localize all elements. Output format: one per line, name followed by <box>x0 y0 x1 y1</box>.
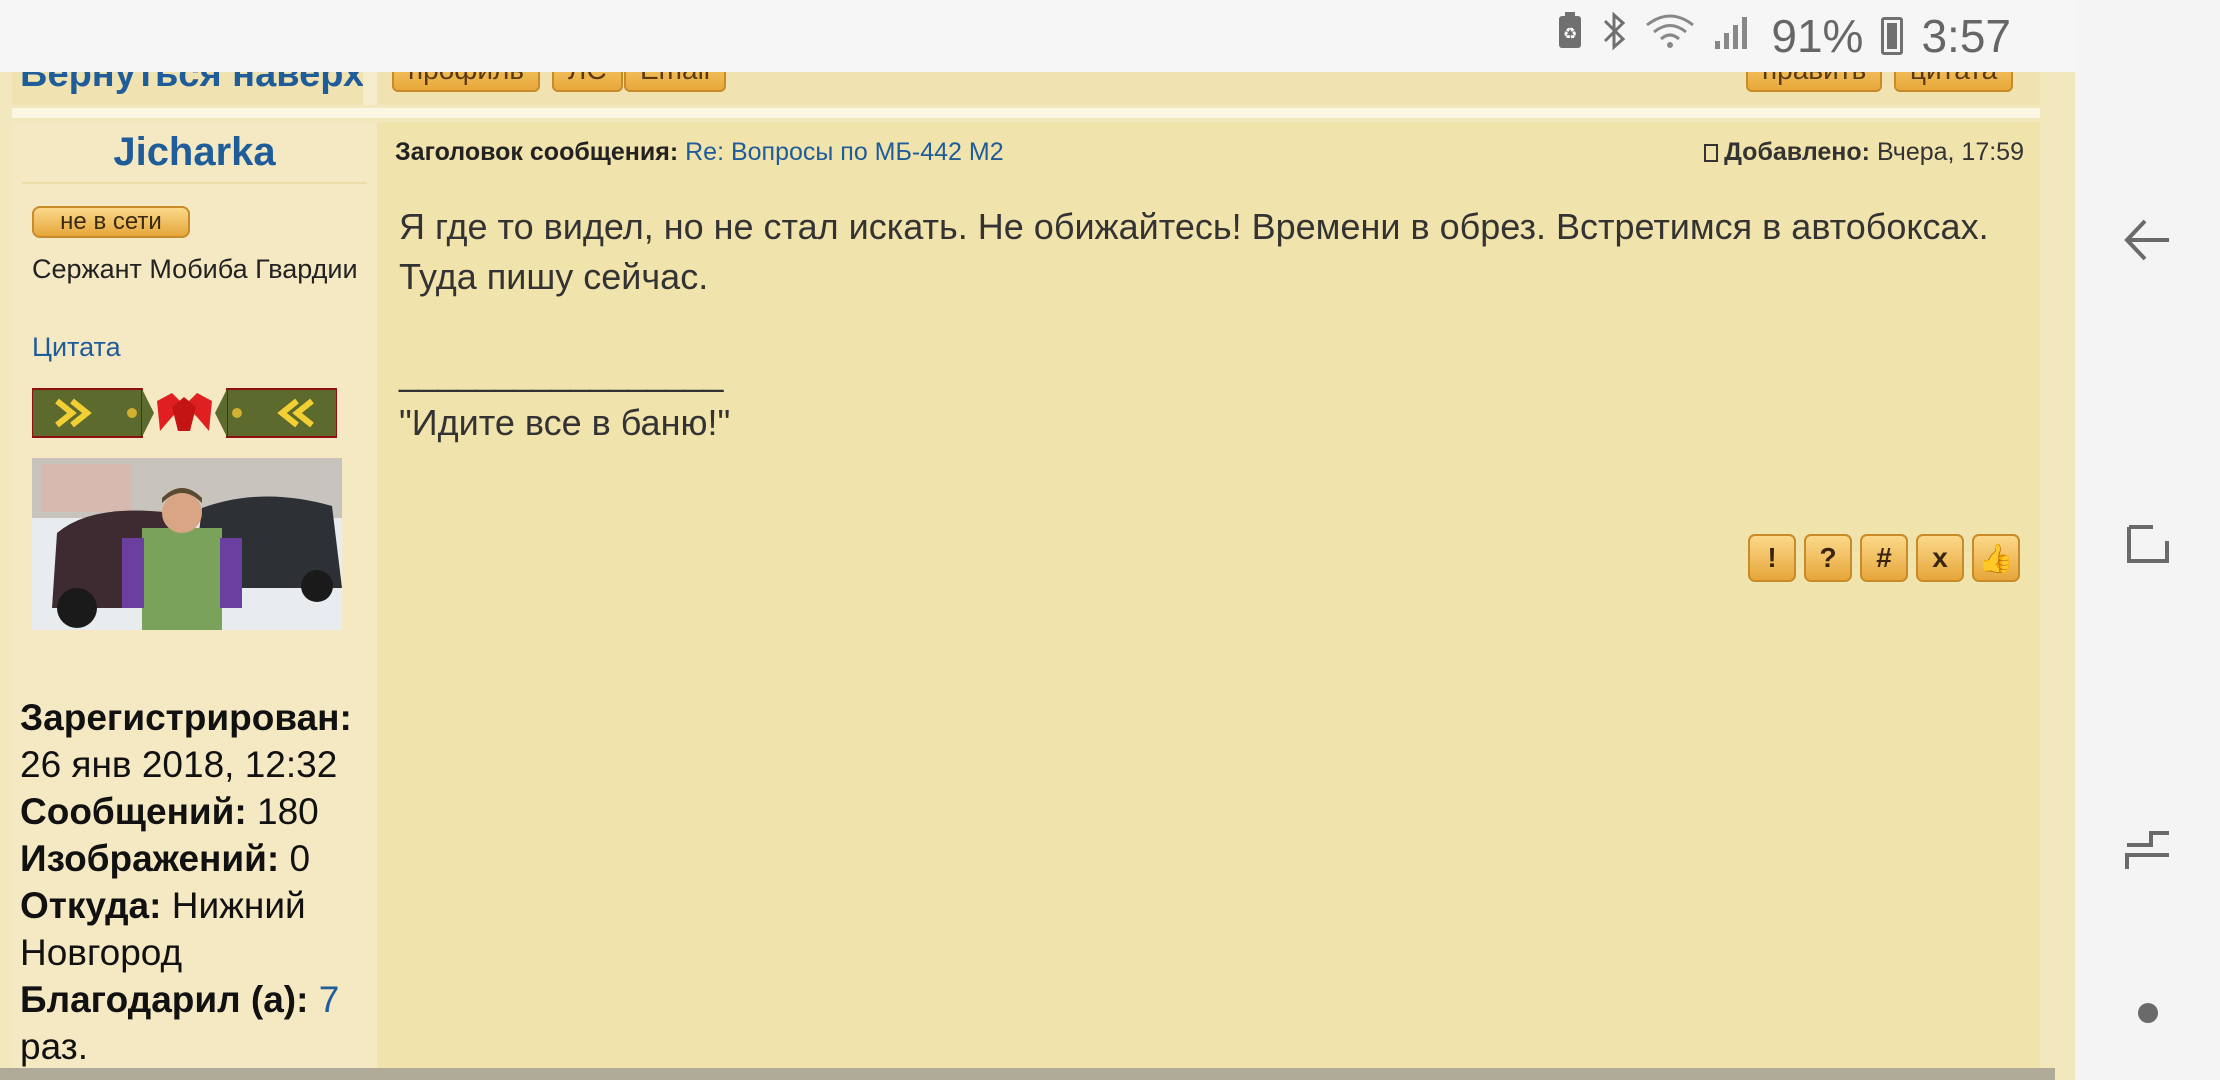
battery-percent: 91% <box>1771 10 1864 62</box>
permalink-button[interactable]: # <box>1860 534 1908 582</box>
subject-label: Заголовок сообщения: <box>395 138 679 166</box>
post-message-text: Я где то видел, но не стал искать. Не об… <box>399 206 1989 297</box>
user-info-column: Jicharka не в сети Сержант Мобиба Гварди… <box>12 122 377 1080</box>
post-separator <box>12 108 2040 118</box>
recent-apps-icon[interactable] <box>2113 507 2183 577</box>
wifi-icon <box>1645 13 1695 59</box>
back-arrow-icon[interactable] <box>2113 205 2183 275</box>
android-nav-bar <box>2075 0 2220 1080</box>
next-row-edge <box>0 1068 2055 1080</box>
delete-button[interactable]: x <box>1916 534 1964 582</box>
post-date: Добавлено: Вчера, 17:59 <box>1704 138 2024 167</box>
post-body: Заголовок сообщения: Re: Вопросы по МБ-4… <box>377 122 2040 1080</box>
post-subject: Заголовок сообщения: Re: Вопросы по МБ-4… <box>395 138 1004 167</box>
battery-saver-icon: ♻ <box>1557 12 1583 60</box>
user-avatar <box>32 458 342 630</box>
subject-link[interactable]: Re: Вопросы по МБ-442 М2 <box>685 138 1004 166</box>
switch-apps-icon[interactable] <box>2113 815 2183 885</box>
post-signature: "Идите все в баню!" <box>399 402 731 443</box>
clock: 3:57 <box>1921 10 2011 62</box>
user-stats: Зарегистрирован: 26 янв 2018, 12:32 Сооб… <box>20 694 380 1070</box>
svg-text:♻: ♻ <box>1563 24 1577 43</box>
thanked-suffix: раз. <box>20 1026 88 1067</box>
report-button[interactable]: ! <box>1748 534 1796 582</box>
signal-icon <box>1713 13 1753 59</box>
images-label: Изображений: <box>20 838 280 879</box>
forum-page: Вернуться наверх профиль ЛС Email правит… <box>0 0 2075 1080</box>
added-value: Вчера, 17:59 <box>1876 138 2024 166</box>
online-status-badge: не в сети <box>32 206 190 238</box>
battery-icon <box>1881 17 1904 55</box>
bluetooth-icon <box>1601 11 1627 61</box>
post-document-icon[interactable] <box>1704 144 1719 162</box>
home-dot-icon[interactable] <box>2113 978 2183 1048</box>
added-label: Добавлено: <box>1724 138 1870 166</box>
posts-value: 180 <box>257 791 319 832</box>
rank-insignia-icon <box>32 388 337 438</box>
images-value: 0 <box>289 838 311 879</box>
thanks-button[interactable]: 👍 <box>1972 534 2020 582</box>
thanked-label: Благодарил (а): <box>20 979 309 1020</box>
username-link[interactable]: Jicharka <box>12 130 377 175</box>
from-label: Откуда: <box>20 885 162 926</box>
registered-label: Зарегистрирован: <box>20 697 352 738</box>
divider <box>22 182 367 184</box>
thanked-count-link[interactable]: 7 <box>319 979 340 1020</box>
registered-value: 26 янв 2018, 12:32 <box>20 744 338 785</box>
question-button[interactable]: ? <box>1804 534 1852 582</box>
status-bar: ♻ 91% 3:57 <box>0 0 2075 72</box>
posts-label: Сообщений: <box>20 791 247 832</box>
user-quote-link[interactable]: Цитата <box>32 332 121 363</box>
user-rank: Сержант Мобиба Гвардии <box>32 254 358 284</box>
signature-separator: _________________ <box>399 352 723 393</box>
post-action-buttons: ! ? # x 👍 <box>1748 534 2020 582</box>
